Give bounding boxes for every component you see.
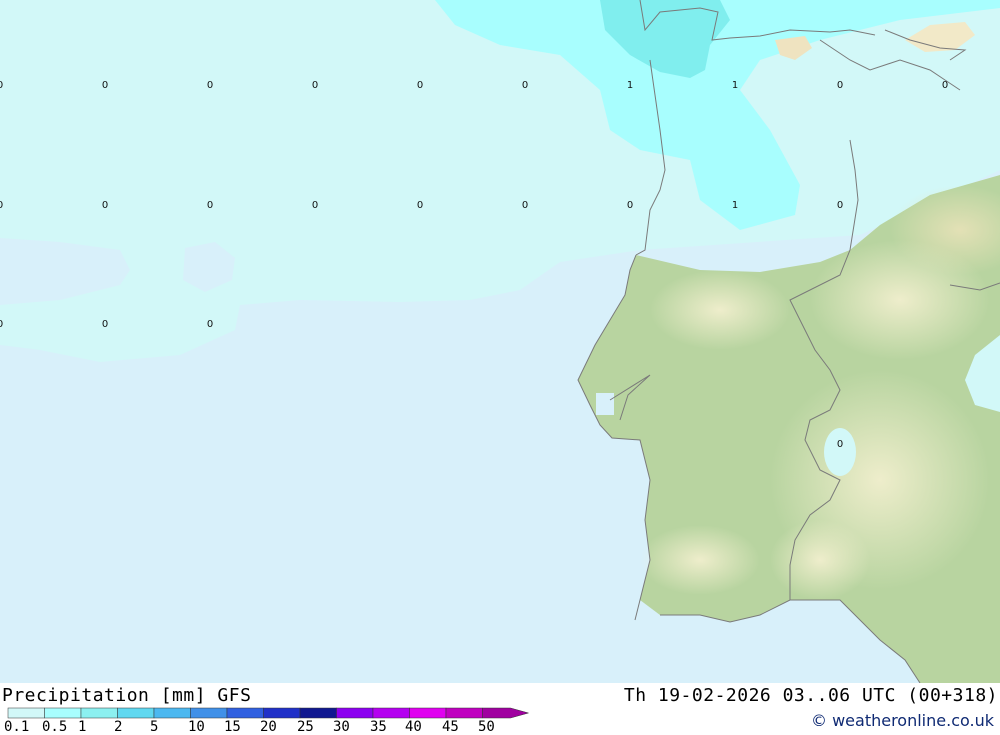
validity-time: Th 19-02-2026 03..06 UTC (00+318)	[623, 685, 998, 706]
grid-value-label: 0	[522, 200, 528, 211]
legend-swatch	[7, 707, 45, 719]
precipitation-map: 0 0 0 0 0 0 1 1 0 0 0 0 0 0 0 0 0 1 0 0 0 0 0	[0, 0, 1000, 683]
grid-value-label: 0	[102, 200, 108, 211]
grid-value-label: 0	[102, 319, 108, 330]
credit-link[interactable]: © weatheronline.co.uk	[811, 711, 994, 730]
legend-swatch	[117, 707, 155, 719]
grid-value-label: 0	[627, 200, 633, 211]
grid-value-label: 0	[0, 80, 3, 91]
grid-value-label: 0	[102, 80, 108, 91]
legend-swatch	[409, 707, 447, 719]
grid-value-label: 0	[522, 80, 528, 91]
grid-value-label: 1	[732, 80, 738, 91]
legend-swatch	[482, 707, 530, 719]
map-title: Precipitation [mm] GFS	[2, 685, 252, 706]
terrain-highland	[810, 240, 990, 360]
color-legend: 0.1 0.5 1 2 5 10 15 20 25 30 35 40 45 50	[0, 707, 530, 735]
legend-swatch	[372, 707, 410, 719]
grid-value-label: 0	[0, 200, 3, 211]
grid-value-label: 0	[0, 319, 3, 330]
grid-value-label: 0	[207, 319, 213, 330]
grid-value-label: 1	[627, 80, 633, 91]
legend-swatch	[336, 707, 374, 719]
grid-value-label: 0	[837, 200, 843, 211]
legend-swatch	[226, 707, 264, 719]
grid-value-label: 0	[942, 80, 948, 91]
legend-swatch	[80, 707, 118, 719]
legend-swatch	[263, 707, 301, 719]
grid-value-label: 0	[417, 80, 423, 91]
map-footer: Precipitation [mm] GFS Th 19-02-2026 03.…	[0, 683, 1000, 735]
terrain-highland	[770, 520, 870, 600]
grid-value-label: 0	[417, 200, 423, 211]
grid-value-label: 0	[312, 80, 318, 91]
legend-swatch	[445, 707, 483, 719]
grid-value-label: 0	[837, 80, 843, 91]
precip-inland-patch	[824, 428, 856, 476]
grid-value-label: 0	[207, 200, 213, 211]
grid-value-label: 1	[732, 200, 738, 211]
grid-value-label: 0	[837, 439, 843, 450]
precip-inland-patch	[596, 393, 614, 415]
legend-swatch	[153, 707, 191, 719]
terrain-highland	[650, 270, 790, 350]
grid-value-label: 0	[207, 80, 213, 91]
grid-value-label: 0	[312, 200, 318, 211]
legend-swatch	[44, 707, 82, 719]
legend-swatch	[299, 707, 337, 719]
terrain-highland	[640, 525, 760, 595]
legend-swatch	[190, 707, 228, 719]
